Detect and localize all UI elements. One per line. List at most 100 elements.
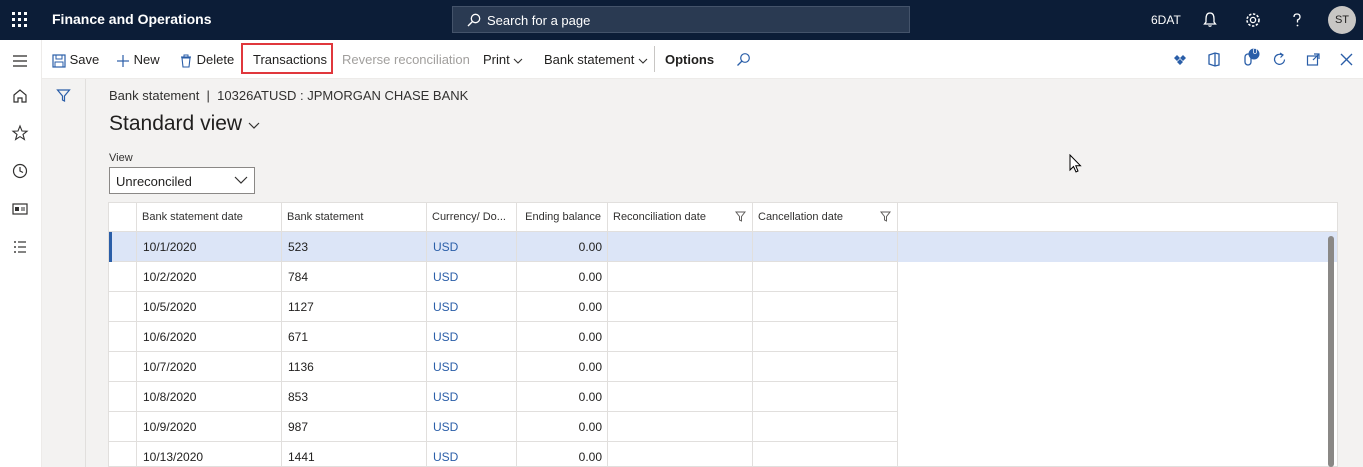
- row-selector-cell[interactable]: [109, 322, 137, 352]
- cell-ending-balance: 0.00: [517, 442, 608, 466]
- table-row[interactable]: 10/2/2020 784 USD 0.00: [109, 262, 1337, 292]
- filter-icon[interactable]: [56, 88, 71, 103]
- filter-pane: [42, 79, 86, 467]
- new-button[interactable]: New: [116, 40, 160, 79]
- cell-cancellation-date: [753, 442, 898, 466]
- cell-reconciliation-date: [608, 262, 753, 292]
- cell-ending-balance: 0.00: [517, 382, 608, 412]
- table-row[interactable]: 10/6/2020 671 USD 0.00: [109, 322, 1337, 352]
- column-header-currency[interactable]: Currency/ Do...: [427, 203, 517, 232]
- select-all-cell[interactable]: [109, 203, 137, 232]
- cell-currency[interactable]: USD: [427, 412, 517, 442]
- chevron-down-icon: [638, 58, 648, 64]
- open-new-window-icon[interactable]: [1306, 52, 1321, 67]
- modules-list-icon[interactable]: [11, 238, 29, 256]
- chevron-down-icon: [513, 58, 523, 64]
- app-launcher-icon[interactable]: [12, 12, 28, 28]
- view-label: View: [109, 152, 133, 164]
- chevron-down-icon: [248, 122, 260, 129]
- column-header-reconciliation-date[interactable]: Reconciliation date: [608, 203, 753, 232]
- cell-ending-balance: 0.00: [517, 292, 608, 322]
- search-input[interactable]: Search for a page: [452, 6, 910, 33]
- grid-scrollbar[interactable]: [1328, 236, 1334, 467]
- cell-bank-statement-date: 10/13/2020: [137, 442, 282, 466]
- delete-button[interactable]: Delete: [179, 40, 234, 79]
- row-selector-cell[interactable]: [109, 352, 137, 382]
- column-header-bank-statement[interactable]: Bank statement: [282, 203, 427, 232]
- table-row[interactable]: 10/9/2020 987 USD 0.00: [109, 412, 1337, 442]
- row-selector-cell[interactable]: [109, 232, 137, 262]
- avatar[interactable]: ST: [1328, 6, 1356, 34]
- table-row[interactable]: 10/1/2020 523 USD 0.00: [109, 232, 1337, 262]
- print-menu-button[interactable]: Print: [483, 40, 523, 79]
- cell-currency[interactable]: USD: [427, 442, 517, 466]
- search-icon[interactable]: [736, 52, 751, 67]
- diamond-grid-icon[interactable]: [1173, 53, 1187, 67]
- cell-cancellation-date: [753, 292, 898, 322]
- company-picker[interactable]: 6DAT: [1151, 13, 1181, 27]
- cell-bank-statement-date: 10/5/2020: [137, 292, 282, 322]
- cell-ending-balance: 0.00: [517, 232, 608, 262]
- cell-reconciliation-date: [608, 382, 753, 412]
- cell-currency[interactable]: USD: [427, 322, 517, 352]
- row-selector-cell[interactable]: [109, 382, 137, 412]
- table-row[interactable]: 10/8/2020 853 USD 0.00: [109, 382, 1337, 412]
- cell-ending-balance: 0.00: [517, 412, 608, 442]
- options-tab[interactable]: Options: [665, 40, 714, 79]
- bank-statement-menu-button[interactable]: Bank statement: [544, 40, 648, 79]
- bell-icon[interactable]: [1201, 11, 1219, 29]
- view-select[interactable]: Unreconciled: [109, 167, 255, 194]
- cell-reconciliation-date: [608, 412, 753, 442]
- refresh-icon[interactable]: [1272, 52, 1287, 67]
- help-icon[interactable]: [1288, 11, 1306, 29]
- reverse-reconciliation-button[interactable]: Reverse reconciliation: [342, 40, 470, 79]
- table-row[interactable]: 10/13/2020 1441 USD 0.00: [109, 442, 1337, 466]
- table-row[interactable]: 10/7/2020 1136 USD 0.00: [109, 352, 1337, 382]
- save-label: Save: [69, 52, 100, 67]
- row-selector-cell[interactable]: [109, 442, 137, 466]
- row-selector-cell[interactable]: [109, 292, 137, 322]
- grid-header: Bank statement date Bank statement Curre…: [109, 203, 1337, 232]
- cell-reconciliation-date: [608, 352, 753, 382]
- cell-currency[interactable]: USD: [427, 382, 517, 412]
- delete-label: Delete: [196, 52, 235, 67]
- cell-currency[interactable]: USD: [427, 262, 517, 292]
- star-icon[interactable]: [11, 124, 29, 142]
- cell-ending-balance: 0.00: [517, 262, 608, 292]
- reconciliation-date-label: Reconciliation date: [613, 211, 706, 223]
- clock-icon[interactable]: [11, 162, 29, 180]
- close-icon[interactable]: [1340, 53, 1353, 66]
- cell-currency[interactable]: USD: [427, 232, 517, 262]
- search-icon: [467, 13, 481, 27]
- cell-ending-balance: 0.00: [517, 352, 608, 382]
- app-title: Finance and Operations: [52, 11, 212, 27]
- column-filter-icon[interactable]: [880, 211, 891, 222]
- save-icon: [52, 53, 66, 68]
- left-nav: [0, 40, 42, 467]
- cell-bank-statement: 1441: [282, 442, 427, 466]
- save-button[interactable]: Save: [52, 40, 99, 79]
- home-icon[interactable]: [11, 87, 29, 105]
- page-title-text: Standard view: [109, 112, 243, 135]
- cell-reconciliation-date: [608, 292, 753, 322]
- cell-cancellation-date: [753, 232, 898, 262]
- cell-currency[interactable]: USD: [427, 292, 517, 322]
- table-row[interactable]: 10/5/2020 1127 USD 0.00: [109, 292, 1337, 322]
- office-icon[interactable]: [1207, 52, 1221, 67]
- cell-currency[interactable]: USD: [427, 352, 517, 382]
- column-header-cancellation-date[interactable]: Cancellation date: [753, 203, 898, 232]
- cell-bank-statement-date: 10/2/2020: [137, 262, 282, 292]
- cell-ending-balance: 0.00: [517, 322, 608, 352]
- cancellation-date-label: Cancellation date: [758, 211, 844, 223]
- hamburger-icon[interactable]: [11, 52, 29, 70]
- column-filter-icon[interactable]: [735, 211, 746, 222]
- row-selector-cell[interactable]: [109, 412, 137, 442]
- cell-reconciliation-date: [608, 232, 753, 262]
- cell-cancellation-date: [753, 382, 898, 412]
- gear-icon[interactable]: [1244, 11, 1262, 29]
- page-title[interactable]: Standard view: [109, 112, 260, 136]
- column-header-bank-statement-date[interactable]: Bank statement date: [137, 203, 282, 232]
- column-header-ending-balance[interactable]: Ending balance: [517, 203, 608, 232]
- workspace-icon[interactable]: [11, 200, 29, 218]
- row-selector-cell[interactable]: [109, 262, 137, 292]
